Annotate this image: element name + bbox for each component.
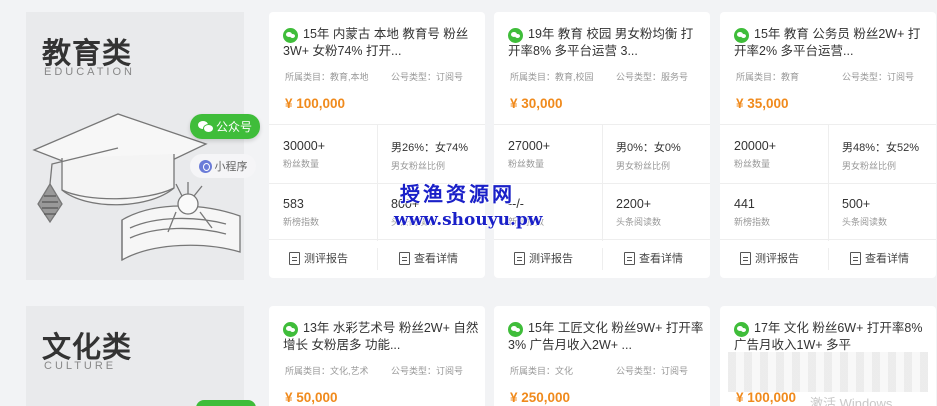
listing-price: ¥ 100,000	[285, 96, 346, 111]
listing-card[interactable]: 15年 教育 公务员 粉丝2W+ 打开率2% 多平台运营... 所属类目：教育 …	[720, 12, 936, 278]
mini-program-icon	[198, 159, 212, 173]
mini-program-tag-label: 小程序	[214, 161, 248, 173]
listing-account-type: 公号类型：服务号	[616, 72, 689, 82]
stat-followers: 20000+ 粉丝数量	[734, 139, 777, 169]
stat-newrank-index: 441 新榜指数	[734, 197, 771, 227]
report-button[interactable]: 测评报告	[740, 250, 799, 266]
stat-newrank-index: 583 新榜指数	[283, 197, 320, 227]
stat-followers: 30000+ 粉丝数量	[283, 139, 326, 169]
category-section-education: 教育类 EDUCATION 公众号 小程序 15年 内蒙古 本地 教育号 粉丝3…	[0, 0, 937, 282]
category-subtitle: CULTURE	[44, 360, 117, 372]
listing-title[interactable]: 19年 教育 校园 男女粉均衡 打开率8% 多平台运营 3...	[508, 26, 704, 60]
stat-gender-ratio: 男48%：女52% 男女粉丝比例	[842, 142, 920, 171]
listing-card[interactable]: 13年 水彩艺术号 粉丝2W+ 自然增长 女粉居多 功能... 所属类目：文化,…	[269, 306, 485, 406]
windows-activation-overlay: 激活 Windows	[810, 396, 893, 406]
stat-headline-reads: 500+ 头条阅读数	[842, 197, 888, 227]
listing-actions: 测评报告 查看详情	[269, 248, 485, 270]
stat-followers: 27000+ 粉丝数量	[508, 139, 551, 169]
category-panel: 教育类 EDUCATION	[26, 12, 244, 280]
listing-account-type: 公号类型：订阅号	[391, 366, 464, 376]
category-subtitle: EDUCATION	[44, 66, 135, 78]
stat-newrank-index: --/- 新榜指数	[508, 197, 545, 227]
listing-card[interactable]: 15年 工匠文化 粉丝9W+ 打开率3% 广告月收入2W+ ... 所属类目：文…	[494, 306, 710, 406]
wechat-icon	[197, 121, 214, 133]
document-icon	[399, 251, 410, 265]
listing-price: ¥ 30,000	[510, 96, 563, 111]
listing-card[interactable]: 19年 教育 校园 男女粉均衡 打开率8% 多平台运营 3... 所属类目：教育…	[494, 12, 710, 278]
listing-account-type: 公号类型：订阅号	[842, 72, 915, 82]
listing-price: ¥ 50,000	[285, 390, 338, 405]
listing-stats: 30000+ 粉丝数量 男26%：女74% 男女粉丝比例 583 新榜指数 800+ 头…	[269, 124, 485, 241]
listing-actions: 测评报告 查看详情	[720, 248, 936, 270]
document-icon	[740, 251, 751, 265]
document-icon	[850, 251, 861, 265]
listing-stats: 20000+ 粉丝数量 男48%：女52% 男女粉丝比例 441 新榜指数 500+ 头…	[720, 124, 936, 241]
listing-price: ¥ 35,000	[736, 96, 789, 111]
official-account-tag[interactable]	[196, 400, 256, 406]
listing-title[interactable]: 15年 工匠文化 粉丝9W+ 打开率3% 广告月收入2W+ ...	[508, 320, 704, 354]
stat-gender-ratio: 男0%：女0% 男女粉丝比例	[616, 142, 681, 171]
listing-category: 所属类目：教育,校园	[510, 72, 594, 82]
details-button[interactable]: 查看详情	[624, 250, 683, 266]
listing-price: ¥ 250,000	[510, 390, 571, 405]
report-button[interactable]: 测评报告	[289, 250, 348, 266]
stat-headline-reads: 2200+ 头条阅读数	[616, 197, 662, 227]
listing-category: 所属类目：文化,艺术	[285, 366, 369, 376]
listing-title[interactable]: 13年 水彩艺术号 粉丝2W+ 自然增长 女粉居多 功能...	[283, 320, 479, 354]
blurred-region	[728, 352, 928, 392]
details-button[interactable]: 查看详情	[850, 250, 909, 266]
report-button[interactable]: 测评报告	[514, 250, 573, 266]
listing-category: 所属类目：教育,本地	[285, 72, 369, 82]
details-button[interactable]: 查看详情	[399, 250, 458, 266]
stat-gender-ratio: 男26%：女74% 男女粉丝比例	[391, 142, 469, 171]
listing-card[interactable]: 15年 内蒙古 本地 教育号 粉丝3W+ 女粉74% 打开... 所属类目：教育…	[269, 12, 485, 278]
listing-category: 所属类目：文化	[510, 366, 574, 376]
document-icon	[514, 251, 525, 265]
official-account-tag-label: 公众号	[215, 120, 252, 134]
listing-title[interactable]: 15年 教育 公务员 粉丝2W+ 打开率2% 多平台运营...	[734, 26, 930, 60]
document-icon	[289, 251, 300, 265]
listing-account-type: 公号类型：订阅号	[391, 72, 464, 82]
category-panel: 文化类 CULTURE	[26, 306, 244, 406]
listing-title[interactable]: 15年 内蒙古 本地 教育号 粉丝3W+ 女粉74% 打开...	[283, 26, 479, 60]
listing-price: ¥ 100,000	[736, 390, 797, 405]
document-icon	[624, 251, 635, 265]
official-account-tag[interactable]: 公众号	[190, 114, 260, 139]
listing-category: 所属类目：教育	[736, 72, 800, 82]
stat-headline-reads: 800+ 头条阅读数	[391, 197, 437, 227]
mini-program-tag[interactable]: 小程序	[190, 154, 256, 178]
listing-actions: 测评报告 查看详情	[494, 248, 710, 270]
listing-account-type: 公号类型：订阅号	[616, 366, 689, 376]
listing-title[interactable]: 17年 文化 粉丝6W+ 打开率8% 广告月收入1W+ 多平	[734, 320, 930, 354]
listing-stats: 27000+ 粉丝数量 男0%：女0% 男女粉丝比例 --/- 新榜指数 2200+ 头…	[494, 124, 710, 241]
